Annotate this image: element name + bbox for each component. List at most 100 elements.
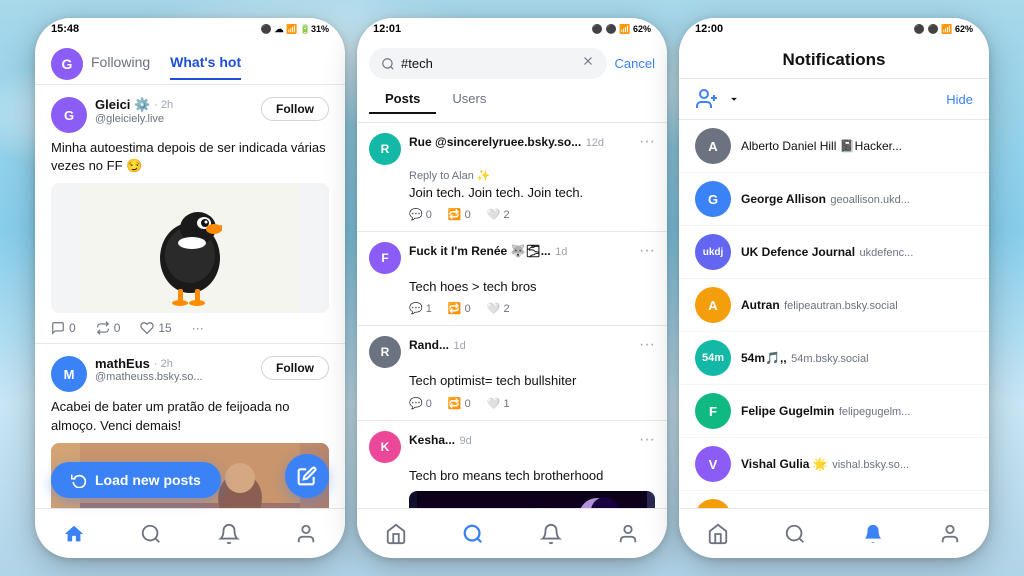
- notif-name-6: Vishal Gulia 🌟: [741, 457, 828, 471]
- search-results: R Rue @sincerelyruee.bsky.so... 12d ··· …: [357, 123, 667, 508]
- nav-user-1[interactable]: [286, 514, 326, 554]
- status-icons-1: ⚫ ☁ 📶 🔋31%: [261, 24, 329, 35]
- notif-avatar-2: ukdj: [695, 234, 731, 270]
- chevron-down-icon: [727, 92, 741, 106]
- nav-home-2[interactable]: [376, 514, 416, 554]
- notif-name-2: UK Defence Journal: [741, 245, 855, 259]
- notif-item-6[interactable]: V Vishal Gulia 🌟 vishal.bsky.so...: [679, 438, 989, 491]
- search-tab-users[interactable]: Users: [436, 85, 502, 114]
- result-3-comment[interactable]: 💬 0: [409, 397, 432, 410]
- notif-name-1: George Allison: [741, 192, 826, 206]
- notif-info-2: UK Defence Journal ukdefenc...: [741, 243, 973, 261]
- post-1-follow-button[interactable]: Follow: [261, 97, 329, 121]
- nav-bell-1[interactable]: [209, 514, 249, 554]
- result-4-image: [409, 491, 655, 508]
- result-3-like[interactable]: 🤍 1: [487, 397, 510, 410]
- nav-home-3[interactable]: [698, 514, 738, 554]
- notif-avatar-4: 54m: [695, 340, 731, 376]
- status-bar-1: 15:48 ⚫ ☁ 📶 🔋31%: [35, 18, 345, 40]
- post-1-repost[interactable]: 0: [96, 321, 121, 335]
- post-2-avatar-letter: M: [51, 356, 87, 392]
- cyberpunk-illustration: [409, 491, 655, 508]
- notif-item-0[interactable]: A Alberto Daniel Hill 📓Hacker...: [679, 120, 989, 173]
- nav-bell-2[interactable]: [531, 514, 571, 554]
- notif-item-2[interactable]: ukdj UK Defence Journal ukdefenc...: [679, 226, 989, 279]
- notif-name-5: Felipe Gugelmin: [741, 404, 834, 418]
- tab-whats-hot[interactable]: What's hot: [170, 48, 241, 80]
- result-1-repost[interactable]: 🔁 0: [448, 208, 471, 221]
- search-cancel-button[interactable]: Cancel: [615, 56, 655, 71]
- result-4-more[interactable]: ···: [639, 431, 655, 449]
- post-1-avatar[interactable]: G: [51, 97, 87, 133]
- status-time-2: 12:01: [373, 23, 401, 35]
- result-2-comment[interactable]: 💬 1: [409, 302, 432, 315]
- load-new-posts-button[interactable]: Load new posts: [51, 462, 221, 498]
- result-2-like[interactable]: 🤍 2: [487, 302, 510, 315]
- result-1-meta: Rue @sincerelyruee.bsky.so... 12d: [409, 133, 631, 151]
- post-1-meta: Gleici ⚙️ · 2h @gleiciely.live: [95, 97, 253, 125]
- compose-button[interactable]: [285, 454, 329, 498]
- bottom-nav-3: [679, 508, 989, 558]
- result-2-avatar[interactable]: F: [369, 242, 401, 274]
- nav-user-2[interactable]: [608, 514, 648, 554]
- user-avatar-header[interactable]: G: [51, 48, 83, 80]
- notif-handle-3: felipeautran.bsky.social: [784, 300, 898, 312]
- notif-name-0: Alberto Daniel Hill 📓Hacker...: [741, 139, 973, 153]
- result-1-comment[interactable]: 💬 0: [409, 208, 432, 221]
- post-1-more[interactable]: ···: [192, 321, 204, 335]
- notif-avatar-0: A: [695, 128, 731, 164]
- result-2-more[interactable]: ···: [639, 242, 655, 260]
- result-4-time: 9d: [459, 435, 471, 447]
- nav-search-1[interactable]: [131, 514, 171, 554]
- result-3-more[interactable]: ···: [639, 336, 655, 354]
- search-result-4: K Kesha... 9d ··· Tech bro means tech br…: [357, 421, 667, 508]
- post-2-avatar[interactable]: M: [51, 356, 87, 392]
- search-tabs: Posts Users: [369, 85, 655, 114]
- result-2-repost[interactable]: 🔁 0: [448, 302, 471, 315]
- post-2-meta: mathEus · 2h @matheuss.bsky.so...: [95, 356, 253, 383]
- add-person-icon: [695, 87, 719, 111]
- hide-button[interactable]: Hide: [946, 92, 973, 107]
- notif-item-1[interactable]: G George Allison geoallison.ukd...: [679, 173, 989, 226]
- nav-search-2[interactable]: [453, 514, 493, 554]
- notif-name-4: 54m🎵,,: [741, 351, 787, 365]
- result-4-avatar[interactable]: K: [369, 431, 401, 463]
- post-1-time: · 2h: [154, 99, 173, 111]
- search-tab-posts[interactable]: Posts: [369, 85, 436, 114]
- result-3-actions: 💬 0 🔁 0 🤍 1: [409, 397, 655, 410]
- phones-container: 15:48 ⚫ ☁ 📶 🔋31% G Following What's hot: [0, 0, 1024, 576]
- search-box[interactable]: #tech: [369, 48, 607, 79]
- result-1-text: Join tech. Join tech. Join tech.: [409, 184, 655, 202]
- nav-bell-3[interactable]: [853, 514, 893, 554]
- result-3-avatar[interactable]: R: [369, 336, 401, 368]
- result-3-text: Tech optimist= tech bullshiter: [409, 372, 655, 390]
- post-2-name: mathEus: [95, 356, 150, 371]
- result-4-text: Tech bro means tech brotherhood: [409, 467, 655, 485]
- notif-handle-6: vishal.bsky.so...: [832, 459, 909, 471]
- nav-home-1[interactable]: [54, 514, 94, 554]
- nav-user-3[interactable]: [930, 514, 970, 554]
- notif-handle-1: geoallison.ukd...: [830, 194, 910, 206]
- notif-name-3: Autran: [741, 298, 780, 312]
- post-1-text: Minha autoestima depois de ser indicada …: [51, 139, 329, 175]
- post-2-follow-button[interactable]: Follow: [261, 356, 329, 380]
- search-clear-button[interactable]: [581, 54, 595, 73]
- notif-item-7[interactable]: C Cat cats.bsky.social: [679, 491, 989, 508]
- result-3-time: 1d: [453, 340, 465, 352]
- status-time-1: 15:48: [51, 23, 79, 35]
- notif-item-4[interactable]: 54m 54m🎵,, 54m.bsky.social: [679, 332, 989, 385]
- result-1-like[interactable]: 🤍 2: [487, 208, 510, 221]
- post-1-like[interactable]: 15: [140, 321, 171, 335]
- notif-item-5[interactable]: F Felipe Gugelmin felipegugelm...: [679, 385, 989, 438]
- notif-item-3[interactable]: A Autran felipeautran.bsky.social: [679, 279, 989, 332]
- nav-search-3[interactable]: [775, 514, 815, 554]
- result-1-avatar[interactable]: R: [369, 133, 401, 165]
- tab-following[interactable]: Following: [91, 48, 150, 80]
- result-3-repost[interactable]: 🔁 0: [448, 397, 471, 410]
- notif-avatar-1: G: [695, 181, 731, 217]
- result-1-time: 12d: [586, 137, 604, 149]
- result-1-more[interactable]: ···: [639, 133, 655, 151]
- post-1-comment[interactable]: 0: [51, 321, 76, 335]
- bottom-nav-2: [357, 508, 667, 558]
- feed-content: G Gleici ⚙️ · 2h @gleiciely.live Follow …: [35, 85, 345, 508]
